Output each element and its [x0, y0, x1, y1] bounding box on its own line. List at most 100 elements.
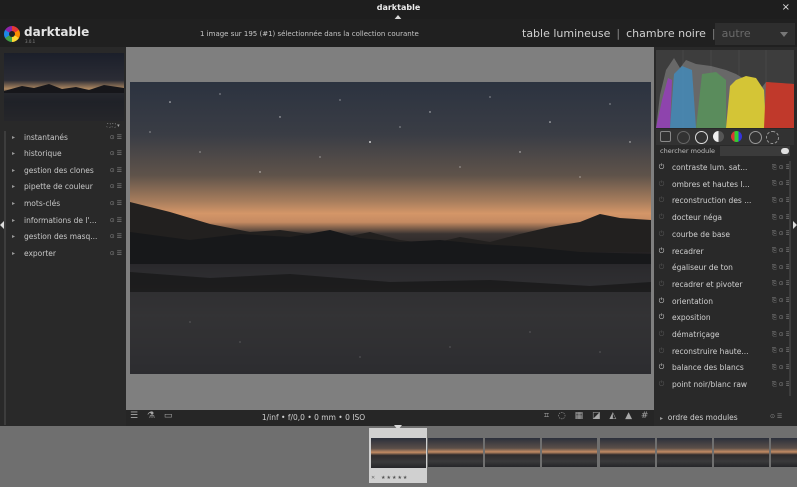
power-icon[interactable]: ⏻: [656, 297, 667, 306]
main-image[interactable]: [130, 82, 651, 374]
power-icon[interactable]: ⏻: [656, 380, 667, 389]
view-lighttable[interactable]: table lumineuse: [522, 27, 610, 40]
processing-module-item[interactable]: ⏻ docteur néga ⎘ ⊙ ☰: [656, 210, 791, 225]
left-module-item[interactable]: ▸ historique ⊙ ☰: [12, 147, 122, 161]
module-controls-icon[interactable]: ⎘ ⊙ ☰: [763, 364, 791, 372]
module-controls-icon[interactable]: ⎘ ⊙ ☰: [763, 331, 791, 339]
star-rating[interactable]: ★★★★★: [381, 475, 408, 481]
processing-module-item[interactable]: ⏻ exposition ⎘ ⊙ ☰: [656, 310, 791, 325]
power-icon[interactable]: ⏻: [656, 313, 667, 322]
view-darkroom[interactable]: chambre noire: [626, 27, 706, 40]
processing-module-item[interactable]: ⏻ recadrer et pivoter ⎘ ⊙ ☰: [656, 277, 791, 292]
left-module-item[interactable]: ▸ gestion des clones ⊙ ☰: [12, 163, 122, 177]
module-controls-icon[interactable]: ⎘ ⊙ ☰: [763, 264, 791, 272]
module-controls-icon[interactable]: ⊙ ☰: [102, 217, 122, 224]
power-icon[interactable]: ⏻: [656, 230, 667, 239]
processing-module-item[interactable]: ⏻ balance des blancs ⎘ ⊙ ☰: [656, 360, 791, 375]
base-group-icon[interactable]: [695, 131, 708, 144]
module-controls-icon[interactable]: ⎘ ⊙ ☰: [763, 180, 791, 188]
histogram[interactable]: [656, 50, 794, 128]
window-title: darktable: [376, 3, 421, 12]
navigator-preview[interactable]: [4, 53, 124, 121]
navigator-controls[interactable]: ⛶ ⛶ ▾: [107, 123, 120, 129]
right-panel-scrollbar[interactable]: [789, 161, 791, 396]
module-search-input[interactable]: [720, 146, 790, 156]
power-icon[interactable]: ⏻: [656, 330, 667, 339]
left-module-item[interactable]: ▸ instantanés ⊙ ☰: [12, 130, 122, 144]
processing-module-item[interactable]: ⏻ dématriçage ⎘ ⊙ ☰: [656, 327, 791, 342]
thumbnail-image: [542, 438, 598, 467]
power-icon[interactable]: ⏻: [656, 213, 667, 222]
photo-scene: [130, 93, 651, 374]
filmstrip-thumbnail[interactable]: [599, 432, 656, 474]
power-group-icon[interactable]: [677, 131, 690, 144]
filmstrip-thumbnail[interactable]: [656, 432, 713, 474]
close-icon[interactable]: ×: [782, 2, 790, 13]
processing-module-item[interactable]: ⏻ recadrer ⎘ ⊙ ☰: [656, 244, 791, 259]
filmstrip-thumbnail[interactable]: [771, 432, 797, 474]
module-controls-icon[interactable]: ⊙ ☰: [102, 150, 122, 157]
power-icon[interactable]: ⏻: [656, 180, 667, 189]
filmstrip-current-thumbnail[interactable]: [371, 438, 426, 468]
left-module-item[interactable]: ▸ pipette de couleur ⊙ ☰: [12, 180, 122, 194]
tone-group-icon[interactable]: [713, 131, 724, 142]
left-module-item[interactable]: ▸ gestion des masq... ⊙ ☰: [12, 230, 122, 244]
module-controls-icon[interactable]: ⎘ ⊙ ☰: [763, 347, 791, 355]
chevron-down-icon[interactable]: [780, 32, 788, 37]
module-controls-icon[interactable]: ⊙ ☰: [102, 134, 122, 141]
module-controls-icon[interactable]: ⊙ ☰: [102, 167, 122, 174]
reject-icon[interactable]: ✕: [371, 475, 375, 481]
processing-module-label: ombres et hautes l...: [672, 179, 750, 189]
color-group-icon[interactable]: [731, 131, 742, 142]
module-controls-icon[interactable]: ⎘ ⊙ ☰: [763, 381, 791, 389]
power-icon[interactable]: ⏻: [656, 280, 667, 289]
processing-module-item[interactable]: ⏻ point noir/blanc raw ⎘ ⊙ ☰: [656, 377, 791, 392]
left-module-item[interactable]: ▸ informations de l'... ⊙ ☰: [12, 213, 122, 227]
power-icon[interactable]: ⏻: [656, 247, 667, 256]
module-controls-icon[interactable]: ⎘ ⊙ ☰: [763, 297, 791, 305]
processing-module-item[interactable]: ⏻ contraste lum. sat... ⎘ ⊙ ☰: [656, 160, 791, 175]
module-controls-icon[interactable]: ⊙ ☰: [102, 250, 122, 257]
search-clear-icon[interactable]: [781, 148, 789, 154]
power-icon[interactable]: ⏻: [656, 347, 667, 356]
processing-module-item[interactable]: ⏻ ombres et hautes l... ⎘ ⊙ ☰: [656, 177, 791, 192]
module-controls-icon[interactable]: ⊙ ☰: [102, 233, 122, 240]
filmstrip-thumbnail[interactable]: [428, 432, 484, 474]
left-panel-toggle-icon[interactable]: [0, 221, 4, 229]
processing-module-item[interactable]: ⏻ orientation ⎘ ⊙ ☰: [656, 294, 791, 309]
module-controls-icon[interactable]: ⎘ ⊙ ☰: [763, 280, 791, 288]
module-controls-icon[interactable]: ⎘ ⊙ ☰: [763, 197, 791, 205]
left-module-item[interactable]: ▸ mots-clés ⊙ ☰: [12, 196, 122, 210]
correct-group-icon[interactable]: [749, 131, 762, 144]
module-controls-icon[interactable]: ⊙ ☰: [102, 183, 122, 190]
power-icon[interactable]: ⏻: [656, 196, 667, 205]
processing-module-item[interactable]: ⏻ égaliseur de ton ⎘ ⊙ ☰: [656, 260, 791, 275]
module-controls-icon[interactable]: ⎘ ⊙ ☰: [763, 247, 791, 255]
processing-module-item[interactable]: ⏻ reconstruction des ... ⎘ ⊙ ☰: [656, 193, 791, 208]
quick-access-icon[interactable]: [660, 131, 671, 142]
module-controls-icon[interactable]: ⎘ ⊙ ☰: [763, 214, 791, 222]
processing-module-item[interactable]: ⏻ reconstruire haute... ⎘ ⊙ ☰: [656, 344, 791, 359]
power-icon[interactable]: ⏻: [656, 163, 667, 172]
module-controls-icon[interactable]: ⎘ ⊙ ☰: [763, 164, 791, 172]
module-order-controls-icon[interactable]: ⊙ ☰: [770, 413, 782, 420]
effect-group-icon[interactable]: [766, 131, 779, 144]
filmstrip-thumbnail[interactable]: [485, 432, 541, 474]
processing-module-label: courbe de base: [672, 229, 730, 239]
module-controls-icon[interactable]: ⎘ ⊙ ☰: [763, 230, 791, 238]
view-other[interactable]: autre: [722, 27, 751, 40]
center-right-tools-icon[interactable]: ⌗ ◌ ▦ ◪ ◭ ▲ #: [544, 411, 651, 421]
filmstrip-thumbnail[interactable]: [714, 432, 770, 474]
view-switcher: table lumineuse | chambre noire | autre: [522, 27, 751, 40]
expander-icon: ▸: [12, 233, 16, 241]
right-panel-toggle-icon[interactable]: [793, 221, 797, 229]
module-controls-icon[interactable]: ⎘ ⊙ ☰: [763, 314, 791, 322]
processing-module-item[interactable]: ⏻ courbe de base ⎘ ⊙ ☰: [656, 227, 791, 242]
power-icon[interactable]: ⏻: [656, 363, 667, 372]
filmstrip-thumbnail[interactable]: [542, 432, 598, 474]
power-icon[interactable]: ⏻: [656, 263, 667, 272]
left-panel-scrollbar[interactable]: [4, 131, 6, 425]
left-module-item[interactable]: ▸ exporter ⊙ ☰: [12, 246, 122, 260]
module-order[interactable]: ▸ ordre des modules: [660, 413, 738, 422]
module-controls-icon[interactable]: ⊙ ☰: [102, 200, 122, 207]
